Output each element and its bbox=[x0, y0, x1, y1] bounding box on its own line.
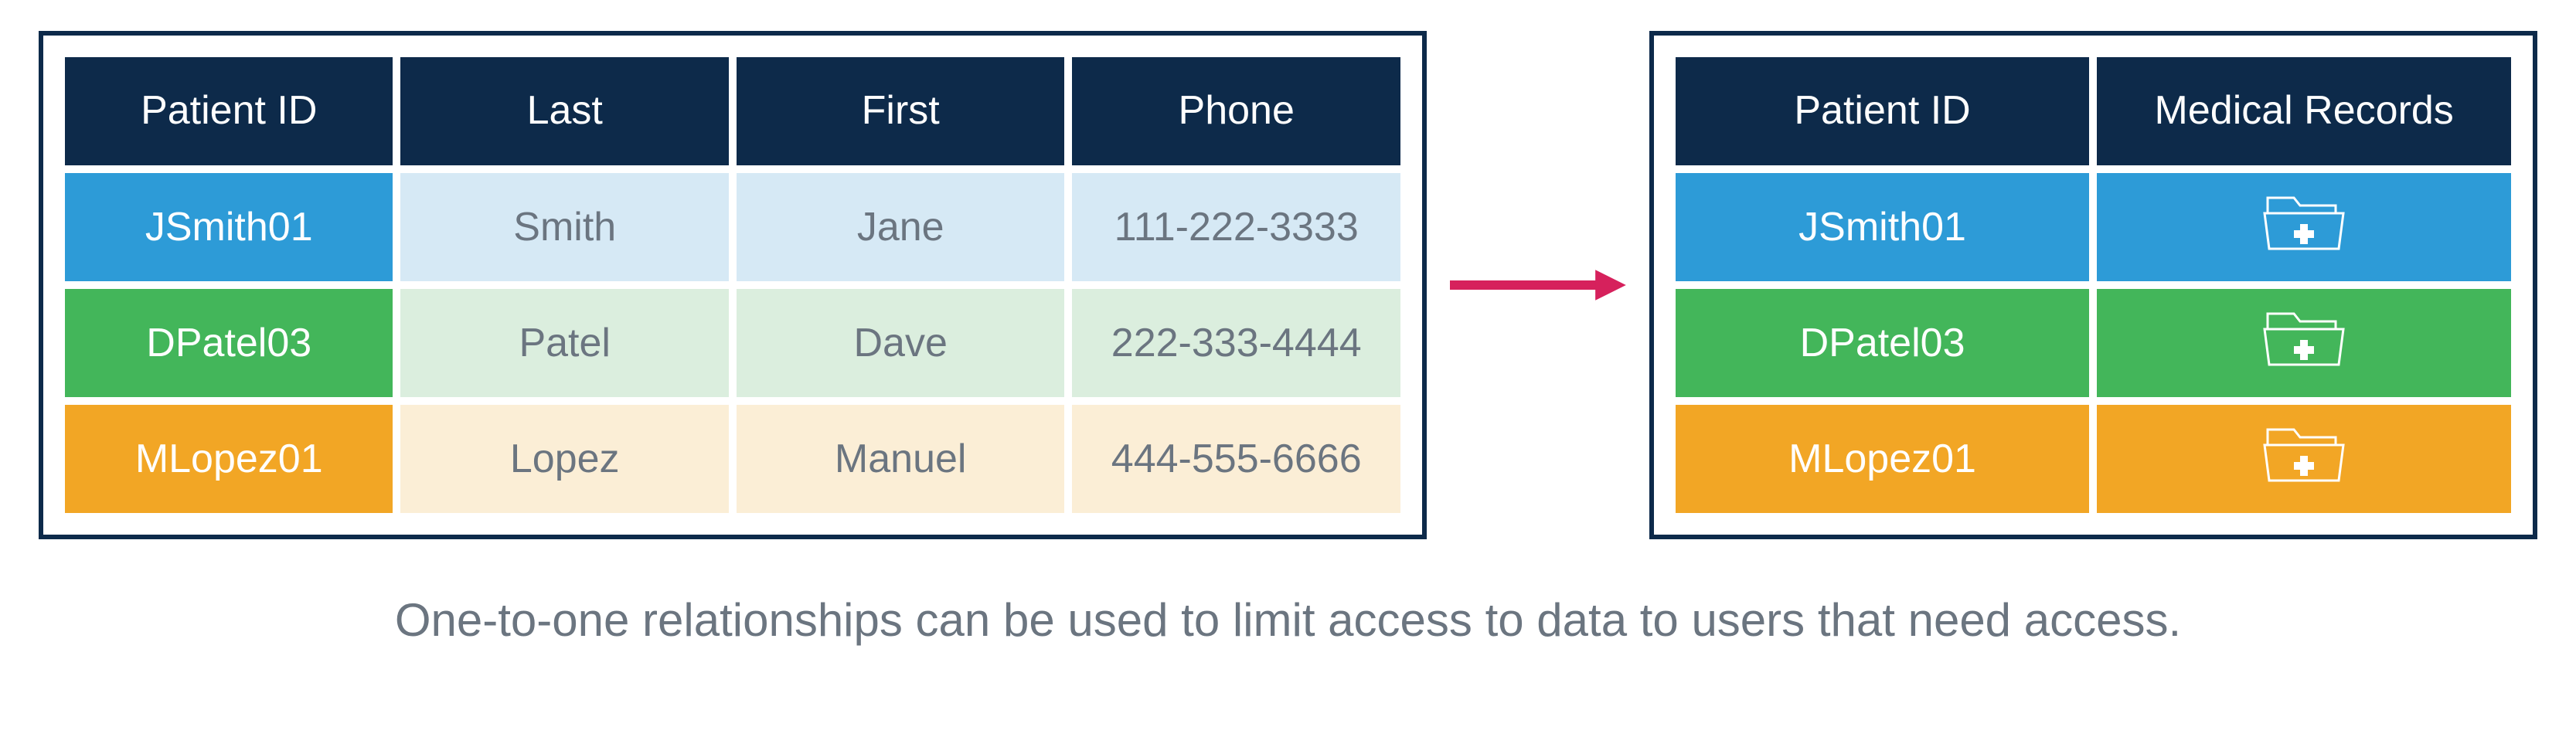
table-row: DPatel03 bbox=[1676, 289, 2511, 397]
table-row: JSmith01 Smith Jane 111-222-3333 bbox=[65, 173, 1400, 281]
cell-last: Smith bbox=[400, 173, 728, 281]
diagram-caption: One-to-one relationships can be used to … bbox=[39, 593, 2537, 647]
records-table-card: Patient ID Medical Records JSmith01 bbox=[1649, 31, 2537, 539]
table-row: MLopez01 Lopez Manuel 444-555-6666 bbox=[65, 405, 1400, 513]
medical-folder-icon bbox=[2261, 307, 2346, 369]
medical-folder-icon bbox=[2261, 192, 2346, 253]
patients-table: Patient ID Last First Phone JSmith01 Smi… bbox=[57, 49, 1408, 521]
medical-folder-icon bbox=[2261, 423, 2346, 485]
cell-last: Lopez bbox=[400, 405, 728, 513]
records-table: Patient ID Medical Records JSmith01 bbox=[1668, 49, 2519, 521]
cell-patient-id: MLopez01 bbox=[1676, 405, 2090, 513]
table-row: JSmith01 bbox=[1676, 173, 2511, 281]
table-row: MLopez01 bbox=[1676, 405, 2511, 513]
arrow-right-icon bbox=[1450, 266, 1626, 304]
patients-header-first: First bbox=[737, 57, 1064, 165]
cell-first: Dave bbox=[737, 289, 1064, 397]
cell-patient-id: MLopez01 bbox=[65, 405, 393, 513]
cell-phone: 444-555-6666 bbox=[1072, 405, 1400, 513]
patients-header-last: Last bbox=[400, 57, 728, 165]
records-header-patient-id: Patient ID bbox=[1676, 57, 2090, 165]
tables-row: Patient ID Last First Phone JSmith01 Smi… bbox=[39, 31, 2537, 539]
records-header-medical-records: Medical Records bbox=[2097, 57, 2511, 165]
cell-medical-records bbox=[2097, 405, 2511, 513]
cell-patient-id: DPatel03 bbox=[1676, 289, 2090, 397]
cell-patient-id: JSmith01 bbox=[1676, 173, 2090, 281]
cell-phone: 111-222-3333 bbox=[1072, 173, 1400, 281]
cell-last: Patel bbox=[400, 289, 728, 397]
cell-medical-records bbox=[2097, 289, 2511, 397]
patients-table-card: Patient ID Last First Phone JSmith01 Smi… bbox=[39, 31, 1427, 539]
cell-medical-records bbox=[2097, 173, 2511, 281]
cell-patient-id: DPatel03 bbox=[65, 289, 393, 397]
cell-phone: 222-333-4444 bbox=[1072, 289, 1400, 397]
cell-patient-id: JSmith01 bbox=[65, 173, 393, 281]
table-row: DPatel03 Patel Dave 222-333-4444 bbox=[65, 289, 1400, 397]
patients-header-phone: Phone bbox=[1072, 57, 1400, 165]
cell-first: Manuel bbox=[737, 405, 1064, 513]
diagram-canvas: Patient ID Last First Phone JSmith01 Smi… bbox=[0, 0, 2576, 744]
patients-header-patient-id: Patient ID bbox=[65, 57, 393, 165]
cell-first: Jane bbox=[737, 173, 1064, 281]
